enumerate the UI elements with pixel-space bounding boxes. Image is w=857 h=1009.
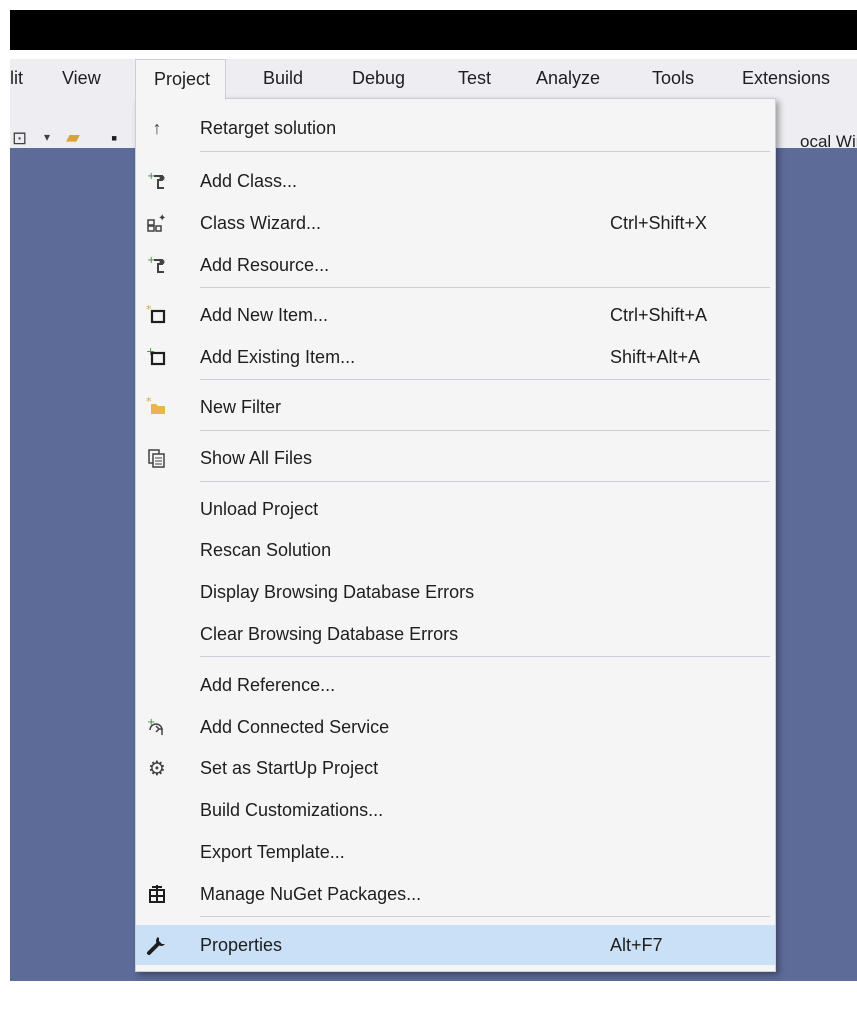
menu-item-add-reference[interactable]: Add Reference... [136,666,775,704]
menu-project[interactable]: Project [135,59,227,100]
connected-service-icon: + [146,716,168,738]
separator [200,916,770,917]
menu-item-export-template[interactable]: Export Template... [136,833,775,871]
menu-extensions[interactable]: Extensions [742,59,830,98]
class-wizard-icon: ✦ [146,212,168,234]
menu-item-add-resource[interactable]: + Add Resource... [136,246,775,284]
title-bar [10,10,857,50]
new-project-icon[interactable]: ⊡ [12,128,27,149]
svg-text:✦: ✦ [158,213,166,224]
open-folder-icon[interactable]: ▰ [66,127,80,148]
debug-target-selector[interactable]: ocal Win [800,130,857,154]
separator [200,430,770,431]
new-item-icon: * [146,304,168,326]
menu-item-clear-browsing-database-errors[interactable]: Clear Browsing Database Errors [136,615,775,653]
project-menu-dropdown: ↑ Retarget solution + Add Class... ✦ Cla… [135,98,776,972]
menu-item-add-existing-item[interactable]: + Add Existing Item... Shift+Alt+A [136,338,775,376]
menu-item-add-new-item[interactable]: * Add New Item... Ctrl+Shift+A [136,296,775,334]
menu-item-show-all-files[interactable]: Show All Files [136,439,775,477]
menu-edit[interactable]: lit [10,59,23,98]
menu-item-new-filter[interactable]: * New Filter [136,388,775,426]
separator [200,287,770,288]
menu-analyze[interactable]: Analyze [536,59,600,98]
menu-item-manage-nuget-packages[interactable]: Manage NuGet Packages... [136,875,775,913]
separator [200,656,770,657]
new-filter-icon: * [146,396,168,418]
separator [200,379,770,380]
menu-item-retarget-solution[interactable]: ↑ Retarget solution [136,109,775,147]
menu-item-properties[interactable]: Properties Alt+F7 [136,925,775,965]
menu-item-add-class[interactable]: + Add Class... [136,162,775,200]
nuget-icon [146,883,168,905]
menu-view[interactable]: View [62,59,101,98]
wrench-icon [146,934,168,956]
gear-icon: ⚙ [148,757,166,780]
add-resource-icon: + [146,254,168,276]
show-all-files-icon [146,447,168,469]
separator [200,151,770,152]
add-class-icon: + [146,170,168,192]
menu-item-set-as-startup-project[interactable]: ⚙ Set as StartUp Project [136,749,775,787]
existing-item-icon: + [146,346,168,368]
up-arrow-icon: ↑ [152,117,162,138]
chevron-down-icon[interactable]: ▾ [44,130,50,144]
menu-item-add-connected-service[interactable]: + Add Connected Service [136,708,775,746]
separator [200,481,770,482]
menu-test[interactable]: Test [458,59,491,98]
menu-item-unload-project[interactable]: Unload Project [136,490,775,528]
menu-debug[interactable]: Debug [352,59,405,98]
menu-item-build-customizations[interactable]: Build Customizations... [136,791,775,829]
menu-item-display-browsing-database-errors[interactable]: Display Browsing Database Errors [136,573,775,611]
save-icon[interactable]: ▪ [111,128,117,149]
menu-item-class-wizard[interactable]: ✦ Class Wizard... Ctrl+Shift+X [136,204,775,242]
menu-build[interactable]: Build [263,59,303,98]
menu-tools[interactable]: Tools [652,59,694,98]
menu-item-rescan-solution[interactable]: Rescan Solution [136,531,775,569]
